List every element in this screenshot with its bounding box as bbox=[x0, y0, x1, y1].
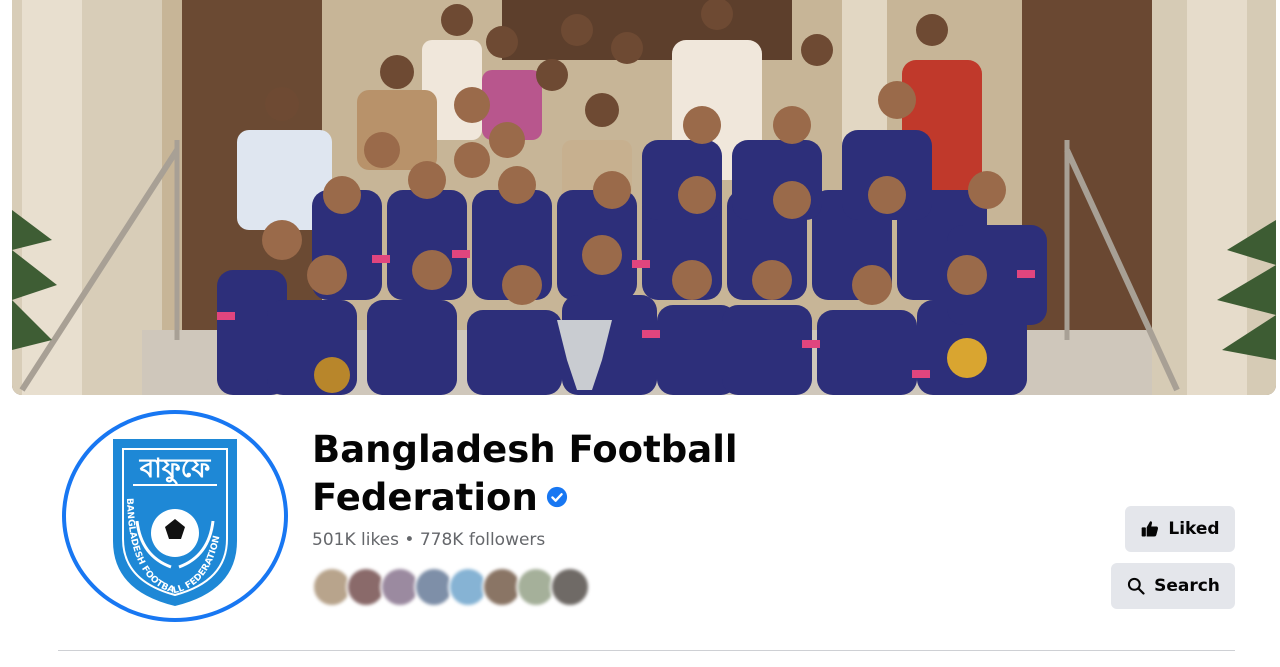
search-label: Search bbox=[1154, 576, 1220, 596]
thumbs-up-icon bbox=[1142, 521, 1159, 537]
search-button[interactable]: Search bbox=[1111, 563, 1235, 609]
search-icon bbox=[1128, 577, 1145, 595]
profile-picture[interactable]: বাফুফে BANGLADESH FOOTBALL FEDERATION bbox=[62, 410, 288, 622]
page-title-text: Bangladesh Football Federation bbox=[312, 428, 738, 519]
cover-photo[interactable] bbox=[12, 0, 1276, 395]
logo-text-top: বাফুফে bbox=[139, 454, 211, 485]
page-title: Bangladesh Football Federation bbox=[312, 426, 792, 522]
likes-followers-count[interactable]: 501K likes • 778K followers bbox=[312, 530, 545, 550]
followers-preview[interactable] bbox=[312, 567, 590, 607]
bff-crest-icon: বাফুফে BANGLADESH FOOTBALL FEDERATION bbox=[113, 439, 237, 606]
team-group-photo bbox=[12, 0, 1276, 395]
liked-label: Liked bbox=[1168, 519, 1220, 539]
verified-badge-icon bbox=[546, 486, 567, 507]
header-divider bbox=[58, 650, 1235, 651]
page-header: বাফুফে BANGLADESH FOOTBALL FEDERATION Ba… bbox=[0, 0, 1280, 667]
liked-button[interactable]: Liked bbox=[1125, 506, 1235, 552]
follower-avatar[interactable] bbox=[550, 567, 590, 607]
